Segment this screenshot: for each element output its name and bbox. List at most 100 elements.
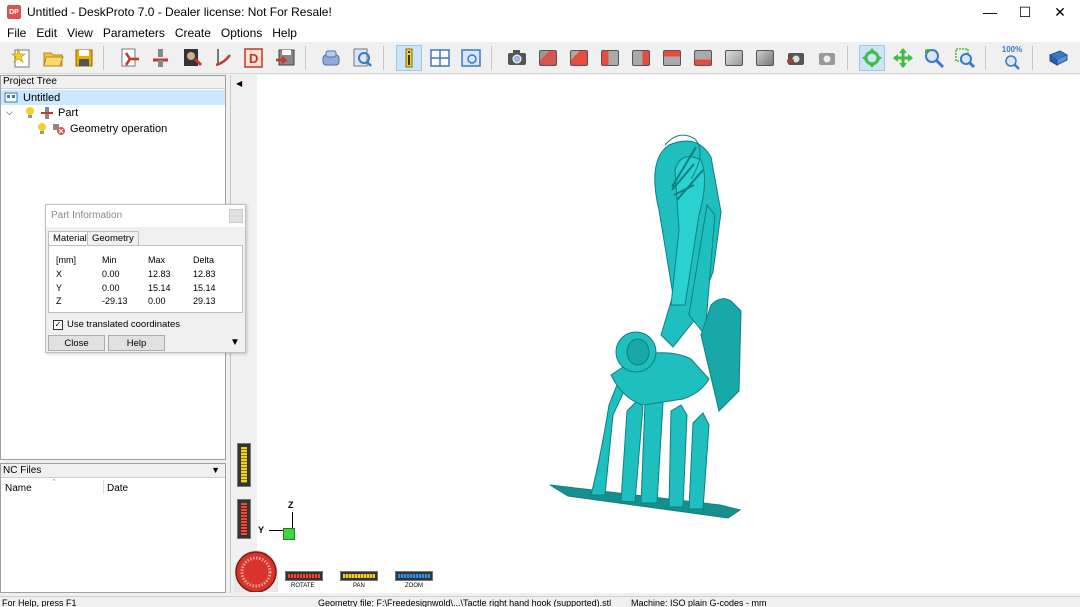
nc-files-header[interactable]: NC Files ▼	[1, 464, 225, 478]
maximize-button[interactable]: ☐	[1006, 0, 1044, 24]
zoom-in-icon[interactable]	[921, 45, 947, 71]
zoom-100-icon[interactable]: 100%	[999, 45, 1025, 71]
dropdown-arrow-icon[interactable]: ▼	[211, 464, 220, 477]
tree-item-untitled[interactable]: Untitled	[1, 90, 225, 105]
menu-create[interactable]: Create	[171, 26, 215, 40]
row-axis: Z	[56, 296, 62, 306]
cube-bottom-icon[interactable]	[690, 45, 716, 71]
lightbulb-icon[interactable]	[36, 122, 48, 136]
pan-slider-icon[interactable]	[340, 571, 378, 581]
open-folder-icon[interactable]	[40, 45, 66, 71]
menu-edit[interactable]: Edit	[32, 26, 61, 40]
tab-geometry[interactable]: Geometry	[87, 231, 139, 246]
row-max: 12.83	[148, 269, 171, 279]
bitmap-icon[interactable]	[179, 45, 205, 71]
cube-iso-icon[interactable]	[721, 45, 747, 71]
import-geometry-icon[interactable]	[117, 45, 143, 71]
row-delta: 12.83	[193, 269, 216, 279]
render-icon[interactable]	[783, 45, 809, 71]
layout-icon[interactable]	[427, 45, 453, 71]
nc-files-title: NC Files	[3, 465, 42, 476]
tree-item-geometry-operation[interactable]: Geometry operation	[1, 121, 167, 136]
book-icon[interactable]	[1045, 45, 1071, 71]
app-logo-icon: DP	[7, 5, 21, 19]
cube-iso2-icon[interactable]	[752, 45, 778, 71]
row-min: -29.13	[102, 296, 128, 306]
pan-control-label: PAN	[353, 583, 365, 589]
cube-top-icon[interactable]	[659, 45, 685, 71]
part-icon[interactable]	[148, 45, 174, 71]
tab-material[interactable]: Material	[48, 231, 92, 246]
close-button[interactable]: ✕	[1041, 0, 1079, 24]
tree-label-part: Part	[58, 106, 79, 119]
operation-error-icon	[53, 123, 65, 135]
menu-parameters[interactable]: Parameters	[99, 26, 169, 40]
expand-arrow-icon[interactable]: ▼	[230, 337, 240, 348]
row-min: 0.00	[102, 269, 120, 279]
d-icon[interactable]: D	[241, 45, 267, 71]
search-doc-icon[interactable]	[349, 45, 375, 71]
project-tree-header: Project Tree	[1, 76, 225, 89]
lightbulb-icon[interactable]	[24, 106, 36, 120]
pan-icon[interactable]	[890, 45, 916, 71]
viewport-3d[interactable]: ◀ Z Y ROTATE PAN ZOOM	[230, 75, 1080, 593]
column-date[interactable]: Date	[107, 483, 128, 494]
header-min: Min	[102, 255, 117, 265]
header-max: Max	[148, 255, 166, 265]
svg-text:D: D	[249, 51, 258, 66]
camera-icon[interactable]	[504, 45, 530, 71]
menu-view[interactable]: View	[63, 26, 97, 40]
part-model-view	[549, 134, 742, 519]
rotate-dial-icon[interactable]	[234, 550, 278, 592]
axis-y-label: Y	[258, 525, 265, 535]
tree-item-part[interactable]: ⌵ Part	[1, 105, 78, 120]
row-max: 15.14	[148, 283, 171, 293]
menu-options[interactable]: Options	[217, 26, 266, 40]
info-icon[interactable]	[396, 45, 422, 71]
status-bar: For Help, press F1 Geometry file: F:\Fre…	[0, 596, 1080, 607]
refresh-view-icon[interactable]	[814, 45, 840, 71]
column-name[interactable]: Name	[5, 483, 32, 494]
title-bar: DP Untitled - DeskProto 7.0 - Dealer lic…	[0, 0, 1080, 24]
header-unit: [mm]	[56, 255, 76, 265]
row-delta: 29.13	[193, 296, 216, 306]
vector-icon[interactable]	[210, 45, 236, 71]
transfer-icon[interactable]	[318, 45, 344, 71]
close-dialog-button[interactable]: Close	[48, 335, 105, 351]
cube-front-icon[interactable]	[535, 45, 561, 71]
zoom-control-label: ZOOM	[405, 583, 423, 589]
menu-file[interactable]: File	[3, 26, 30, 40]
menu-bar: File Edit View Parameters Create Options…	[0, 24, 1080, 42]
part-information-dialog: Part Information Material Geometry [mm] …	[45, 204, 246, 353]
help-button[interactable]: Help	[108, 335, 165, 351]
rotate-icon[interactable]	[859, 45, 885, 71]
row-min: 0.00	[102, 283, 120, 293]
header-delta: Delta	[193, 255, 215, 265]
zoom-slider-icon[interactable]	[395, 571, 433, 581]
axis-gizmo-icon	[283, 528, 295, 540]
dialog-title: Part Information	[46, 205, 245, 227]
row-axis: X	[56, 269, 63, 279]
cube-left-icon[interactable]	[597, 45, 623, 71]
row-delta: 15.14	[193, 283, 216, 293]
menu-help[interactable]: Help	[268, 26, 301, 40]
minimize-button[interactable]: —	[971, 0, 1009, 24]
cube-back-icon[interactable]	[566, 45, 592, 71]
rotate-slider-icon[interactable]	[285, 571, 323, 581]
translated-coords-checkbox[interactable]: ✓	[53, 320, 63, 330]
view-window-icon[interactable]	[458, 45, 484, 71]
axis-z-label: Z	[288, 500, 294, 510]
toolbar: D 100%	[0, 42, 1080, 74]
new-file-icon[interactable]	[9, 45, 35, 71]
expand-chevron-icon[interactable]: ⌵	[6, 107, 16, 118]
cube-right-icon[interactable]	[628, 45, 654, 71]
status-machine: Machine: ISO plain G-codes - mm	[631, 598, 767, 607]
row-axis: Y	[56, 283, 63, 293]
dialog-close-icon[interactable]	[229, 209, 243, 223]
translated-coords-label: Use translated coordinates	[67, 319, 181, 330]
save-as-icon[interactable]	[272, 45, 298, 71]
zoom-window-icon[interactable]	[952, 45, 978, 71]
tree-label-operation: Geometry operation	[70, 122, 168, 135]
save-icon[interactable]	[71, 45, 97, 71]
status-geometry-file: Geometry file: F:\Freedesignwold\...\Tac…	[318, 598, 612, 607]
